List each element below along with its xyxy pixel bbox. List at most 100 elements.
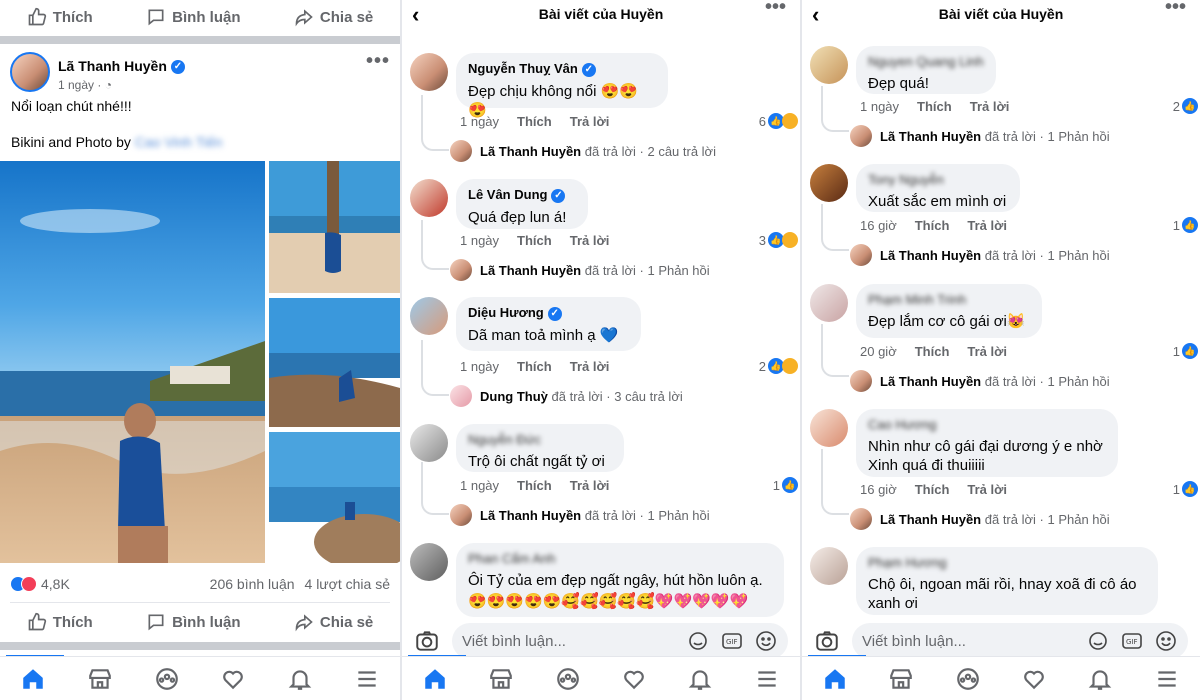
reply-summary[interactable]: Lã Thanh Huyền đã trả lời · 1 Phản hồi bbox=[850, 244, 1110, 266]
reaction-count[interactable]: 2 👍 bbox=[759, 358, 798, 374]
commenter-name[interactable]: Cao Hương bbox=[868, 417, 1106, 432]
commenter-avatar[interactable] bbox=[410, 424, 448, 462]
sticker-icon[interactable] bbox=[686, 629, 710, 653]
like-button[interactable]: Thích bbox=[27, 612, 93, 632]
commenter-name[interactable]: Phan Cẩm Anh bbox=[468, 551, 772, 566]
marketplace-icon[interactable] bbox=[888, 666, 914, 692]
more-options-icon[interactable]: ••• bbox=[366, 50, 390, 73]
marketplace-icon[interactable] bbox=[87, 666, 113, 692]
bell-icon[interactable] bbox=[1087, 666, 1113, 692]
reaction-count[interactable]: 6 👍 bbox=[759, 113, 798, 129]
more-options-icon[interactable]: ••• bbox=[1165, 0, 1186, 19]
dating-icon[interactable] bbox=[220, 666, 246, 692]
reply-summary[interactable]: Lã Thanh Huyền đã trả lời · 1 Phản hồi bbox=[450, 504, 710, 526]
comment-bubble[interactable]: Cao Hương Nhìn như cô gái đại dương ý e … bbox=[856, 409, 1118, 477]
comment-input[interactable]: Viết bình luận... GIF bbox=[852, 623, 1188, 659]
commenter-avatar[interactable] bbox=[810, 164, 848, 202]
sticker-icon[interactable] bbox=[1086, 629, 1110, 653]
gif-icon[interactable]: GIF bbox=[1120, 629, 1144, 653]
commenter-name[interactable]: Nguyen Quang Linh bbox=[868, 54, 984, 69]
commenter-name[interactable]: Lê Vân Dung bbox=[468, 187, 547, 202]
commenter-name[interactable]: Tony Nguyễn bbox=[868, 172, 1008, 187]
comment-bubble[interactable]: Phan Cẩm Anh Ôi Tỷ của em đẹp ngất ngây,… bbox=[456, 543, 784, 617]
commenter-avatar[interactable] bbox=[810, 409, 848, 447]
reaction-count[interactable]: 3 👍 bbox=[759, 232, 798, 248]
comment-reply-button[interactable]: Trả lời bbox=[570, 478, 610, 493]
reaction-count[interactable]: 1 👍 bbox=[773, 477, 798, 493]
comment-like-button[interactable]: Thích bbox=[517, 233, 552, 248]
commenter-name[interactable]: Nguyễn Đức bbox=[468, 432, 612, 447]
camera-icon[interactable] bbox=[814, 628, 840, 654]
comment-reply-button[interactable]: Trả lời bbox=[570, 233, 610, 248]
commenter-name[interactable]: Nguyễn Thuỵ Vân bbox=[468, 61, 578, 76]
reaction-count[interactable]: 4,8K bbox=[41, 576, 70, 592]
comment-bubble[interactable]: Nguyễn Thuỵ Vân ✓ Đẹp chịu không nổi 😍😍😍 bbox=[456, 53, 668, 119]
emoji-icon[interactable] bbox=[1154, 629, 1178, 653]
camera-icon[interactable] bbox=[414, 628, 440, 654]
comment-count[interactable]: 206 bình luận bbox=[210, 576, 295, 592]
reply-summary[interactable]: Lã Thanh Huyền đã trả lời · 2 câu trả lờ… bbox=[450, 140, 716, 162]
commenter-name[interactable]: Phạm Hương bbox=[868, 555, 1146, 570]
comment-reply-button[interactable]: Trả lời bbox=[967, 482, 1007, 497]
comment-like-button[interactable]: Thích bbox=[915, 482, 950, 497]
like-button[interactable]: Thích bbox=[27, 7, 93, 27]
commenter-avatar[interactable] bbox=[410, 543, 448, 581]
credit-link[interactable]: Cao Vinh Tiến bbox=[135, 134, 223, 150]
comment-like-button[interactable]: Thích bbox=[917, 99, 952, 114]
comment-bubble[interactable]: Phạm Minh Trinh Đẹp lắm cơ cô gái ơi😻 bbox=[856, 284, 1042, 338]
back-arrow-icon[interactable]: ‹ bbox=[412, 2, 419, 28]
reply-summary[interactable]: Dung Thuỳ đã trả lời · 3 câu trả lời bbox=[450, 385, 683, 407]
comment-reply-button[interactable]: Trả lời bbox=[570, 359, 610, 374]
menu-icon[interactable] bbox=[754, 666, 780, 692]
comment-bubble[interactable]: Phạm Hương Chộ ôi, ngoan mãi rồi, hnay x… bbox=[856, 547, 1158, 615]
commenter-avatar[interactable] bbox=[410, 179, 448, 217]
reaction-count[interactable]: 1 👍 bbox=[1173, 217, 1198, 233]
comment-bubble[interactable]: Nguyen Quang Linh Đẹp quá! bbox=[856, 46, 996, 94]
bell-icon[interactable] bbox=[687, 666, 713, 692]
share-count[interactable]: 4 lượt chia sẻ bbox=[305, 576, 390, 592]
reaction-count[interactable]: 1 👍 bbox=[1173, 481, 1198, 497]
commenter-name[interactable]: Diệu Hương bbox=[468, 305, 544, 320]
comment-like-button[interactable]: Thích bbox=[517, 478, 552, 493]
photo-thumb-2[interactable] bbox=[269, 298, 400, 427]
home-icon[interactable] bbox=[20, 666, 46, 692]
home-icon[interactable] bbox=[822, 666, 848, 692]
comment-like-button[interactable]: Thích bbox=[915, 218, 950, 233]
gif-icon[interactable]: GIF bbox=[720, 629, 744, 653]
post-author[interactable]: Lã Thanh Huyền ✓ bbox=[58, 58, 185, 75]
menu-icon[interactable] bbox=[354, 666, 380, 692]
reaction-count[interactable]: 2 👍 bbox=[1173, 98, 1198, 114]
menu-icon[interactable] bbox=[1154, 666, 1180, 692]
comment-bubble[interactable]: Lê Vân Dung ✓ Quá đẹp lun á! bbox=[456, 179, 588, 229]
commenter-avatar[interactable] bbox=[810, 284, 848, 322]
comment-reply-button[interactable]: Trả lời bbox=[570, 114, 610, 129]
dating-icon[interactable] bbox=[1021, 666, 1047, 692]
share-button[interactable]: Chia sẻ bbox=[294, 7, 373, 27]
commenter-avatar[interactable] bbox=[810, 547, 848, 585]
post-author-name[interactable]: Lã Thanh Huyền bbox=[58, 58, 167, 74]
commenter-avatar[interactable] bbox=[410, 297, 448, 335]
dating-icon[interactable] bbox=[621, 666, 647, 692]
groups-icon[interactable] bbox=[154, 666, 180, 692]
comment-reply-button[interactable]: Trả lời bbox=[967, 344, 1007, 359]
home-icon[interactable] bbox=[422, 666, 448, 692]
comment-like-button[interactable]: Thích bbox=[915, 344, 950, 359]
reply-summary[interactable]: Lã Thanh Huyền đã trả lời · 1 Phản hồi bbox=[450, 259, 710, 281]
reply-summary[interactable]: Lã Thanh Huyền đã trả lời · 1 Phản hồi bbox=[850, 125, 1110, 147]
comment-reply-button[interactable]: Trả lời bbox=[970, 99, 1010, 114]
comment-bubble[interactable]: Tony Nguyễn Xuất sắc em mình ơi bbox=[856, 164, 1020, 212]
marketplace-icon[interactable] bbox=[488, 666, 514, 692]
reply-summary[interactable]: Lã Thanh Huyền đã trả lời · 1 Phản hồi bbox=[850, 508, 1110, 530]
avatar[interactable] bbox=[10, 52, 50, 92]
comment-bubble[interactable]: Nguyễn Đức Trộ ôi chất ngất tỷ ơi bbox=[456, 424, 624, 472]
commenter-name[interactable]: Phạm Minh Trinh bbox=[868, 292, 1030, 307]
emoji-icon[interactable] bbox=[754, 629, 778, 653]
groups-icon[interactable] bbox=[555, 666, 581, 692]
comment-reply-button[interactable]: Trả lời bbox=[967, 218, 1007, 233]
comment-button[interactable]: Bình luận bbox=[146, 7, 240, 27]
groups-icon[interactable] bbox=[955, 666, 981, 692]
reaction-count[interactable]: 1 👍 bbox=[1173, 343, 1198, 359]
more-options-icon[interactable]: ••• bbox=[765, 0, 786, 19]
comment-input[interactable]: Viết bình luận... GIF bbox=[452, 623, 788, 659]
back-arrow-icon[interactable]: ‹ bbox=[812, 2, 819, 28]
